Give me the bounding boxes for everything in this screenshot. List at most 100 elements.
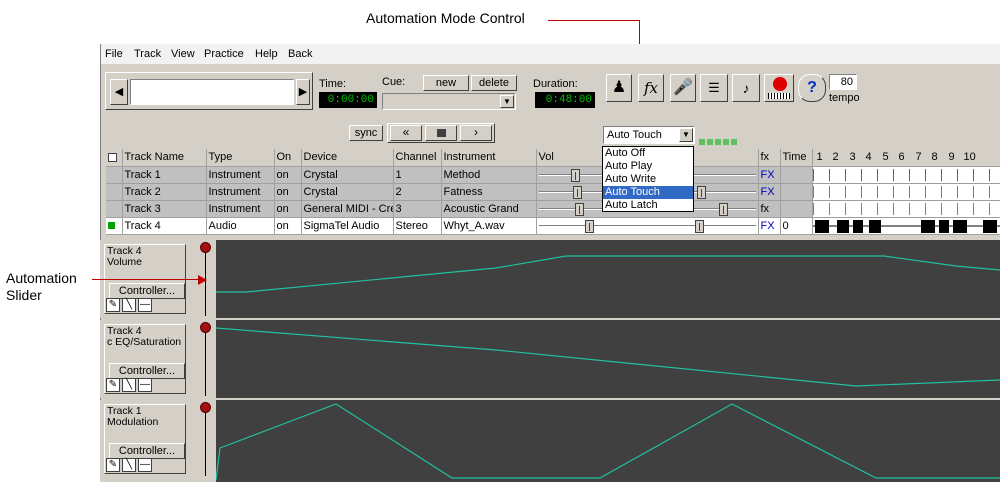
cue-delete-button[interactable]: delete [471, 75, 517, 91]
header-fx[interactable]: fx [758, 149, 780, 166]
track-name-cell[interactable]: Track 2 [122, 183, 206, 200]
clip-cell[interactable] [812, 183, 1000, 200]
table-row[interactable]: Track 3 Instrument on General MIDI - Cre… [106, 200, 1000, 217]
channel-cell[interactable]: 2 [393, 183, 441, 200]
header-on[interactable]: On [274, 149, 301, 166]
scroll-right-button[interactable]: ▶ [296, 79, 310, 105]
stop-button[interactable] [425, 125, 457, 141]
on-cell[interactable]: on [274, 217, 301, 234]
header-time[interactable]: Time [780, 149, 812, 166]
device-cell[interactable]: Crystal [301, 166, 393, 183]
table-row[interactable]: Track 1 Instrument on Crystal 1 Method F… [106, 166, 1000, 183]
volume-slider-thumb[interactable] [573, 186, 582, 199]
on-cell[interactable]: on [274, 183, 301, 200]
header-channel[interactable]: Channel [393, 149, 441, 166]
option-auto-write[interactable]: Auto Write [603, 173, 693, 186]
header-track-name[interactable]: Track Name [122, 149, 206, 166]
on-cell[interactable]: on [274, 200, 301, 217]
line-tool-icon[interactable]: ╲ [122, 378, 136, 392]
envelope-graph[interactable] [216, 400, 1000, 482]
volume-slider-thumb[interactable] [575, 203, 584, 216]
tempo-input[interactable]: 80 [829, 74, 857, 90]
select-all-checkbox[interactable] [106, 149, 122, 166]
header-type[interactable]: Type [206, 149, 274, 166]
automation-mode-select[interactable]: Auto Touch ▼ [603, 126, 695, 144]
controller-button[interactable]: Controller... [109, 283, 185, 299]
flat-tool-icon[interactable]: — [138, 298, 152, 312]
table-row[interactable]: Track 2 Instrument on Crystal 2 Fatness … [106, 183, 1000, 200]
clip-cell[interactable] [812, 166, 1000, 183]
menu-view[interactable]: View [171, 48, 195, 60]
scroll-left-button[interactable]: ◀ [110, 79, 128, 105]
chevron-down-icon[interactable]: ▼ [679, 128, 693, 142]
menu-practice[interactable]: Practice [204, 48, 244, 60]
pencil-tool-icon[interactable]: ✎ [106, 298, 120, 312]
volume-slider-thumb[interactable] [571, 169, 580, 182]
fx-cell[interactable]: fx [758, 200, 780, 217]
fx-cell[interactable]: FX [758, 217, 780, 234]
timeline-ruler[interactable]: 1 2 3 4 5 6 7 8 9 10 [812, 149, 1000, 166]
channel-cell[interactable]: 1 [393, 166, 441, 183]
fx-cell[interactable]: FX [758, 183, 780, 200]
instrument-cell[interactable]: Fatness [441, 183, 536, 200]
sync-button[interactable]: sync [349, 125, 383, 141]
cue-new-button[interactable]: new [423, 75, 469, 91]
menu-file[interactable]: File [105, 48, 123, 60]
chevron-down-icon[interactable]: ▼ [500, 95, 514, 108]
line-tool-icon[interactable]: ╲ [122, 298, 136, 312]
menu-track[interactable]: Track [134, 48, 161, 60]
option-auto-touch[interactable]: Auto Touch [603, 186, 693, 199]
track-name-cell[interactable]: Track 4 [122, 217, 206, 234]
fx-cell[interactable]: FX [758, 166, 780, 183]
option-auto-latch[interactable]: Auto Latch [603, 199, 693, 212]
pan-slider-thumb[interactable] [697, 186, 706, 199]
volume-slider-thumb[interactable] [585, 220, 594, 233]
pan-slider-thumb[interactable] [719, 203, 728, 216]
record-button[interactable] [764, 74, 794, 102]
header-device[interactable]: Device [301, 149, 393, 166]
flat-tool-icon[interactable]: — [138, 458, 152, 472]
on-cell[interactable]: on [274, 166, 301, 183]
controller-button[interactable]: Controller... [109, 443, 185, 459]
play-button[interactable]: › [460, 125, 492, 141]
header-instrument[interactable]: Instrument [441, 149, 536, 166]
metronome-icon[interactable]: ♟ [606, 74, 632, 102]
mixer-icon[interactable]: ☰ [700, 74, 728, 102]
controller-button[interactable]: Controller... [109, 363, 185, 379]
menu-help[interactable]: Help [255, 48, 278, 60]
instrument-cell[interactable]: Method [441, 166, 536, 183]
channel-cell[interactable]: Stereo [393, 217, 441, 234]
stop-icon [437, 129, 446, 137]
envelope-graph[interactable] [216, 320, 1000, 398]
microphone-icon[interactable]: 🎤 [670, 74, 696, 102]
menu-back[interactable]: Back [288, 48, 312, 60]
device-cell[interactable]: Crystal [301, 183, 393, 200]
option-auto-off[interactable]: Auto Off [603, 147, 693, 160]
option-auto-play[interactable]: Auto Play [603, 160, 693, 173]
track-name-cell[interactable]: Track 3 [122, 200, 206, 217]
cue-select[interactable]: ▼ [382, 93, 516, 110]
midi-keyboard-icon[interactable]: ♪ [732, 74, 760, 102]
envelope-graph[interactable] [216, 240, 1000, 318]
help-icon[interactable]: ? [798, 74, 826, 102]
track-name-cell[interactable]: Track 1 [122, 166, 206, 183]
instrument-cell[interactable]: Acoustic Grand [441, 200, 536, 217]
pan-slider-thumb[interactable] [695, 220, 704, 233]
clip-cell[interactable] [812, 200, 1000, 217]
rewind-button[interactable]: « [390, 125, 422, 141]
pencil-tool-icon[interactable]: ✎ [106, 458, 120, 472]
flat-tool-icon[interactable]: — [138, 378, 152, 392]
ruler-tick: 3 [850, 151, 856, 163]
line-tool-icon[interactable]: ╲ [122, 458, 136, 472]
volume-slider-cell[interactable] [536, 217, 758, 234]
channel-cell[interactable]: 3 [393, 200, 441, 217]
clip-cell[interactable] [812, 217, 1000, 234]
pencil-tool-icon[interactable]: ✎ [106, 378, 120, 392]
table-row[interactable]: Track 4 Audio on SigmaTel Audio Stereo W… [106, 217, 1000, 234]
fx-icon[interactable]: fx [638, 74, 664, 102]
instrument-cell[interactable]: Whyt_A.wav [441, 217, 536, 234]
device-cell[interactable]: General MIDI - Cre [301, 200, 393, 217]
midi-notes [813, 203, 1000, 215]
device-cell[interactable]: SigmaTel Audio [301, 217, 393, 234]
song-position-field[interactable] [130, 79, 294, 105]
